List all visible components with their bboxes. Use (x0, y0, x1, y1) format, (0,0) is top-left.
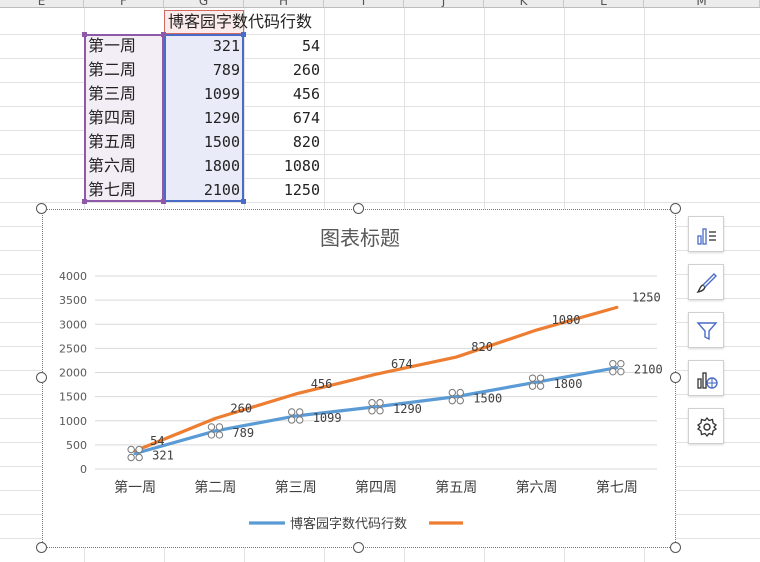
y-tick-label: 3000 (59, 318, 87, 331)
x-tick-label: 第二周 (194, 479, 236, 496)
word-count-cell[interactable]: 789 (164, 58, 240, 82)
x-tick-label: 第五周 (435, 479, 477, 496)
x-tick-label: 第三周 (275, 479, 317, 496)
data-label-series-2: 260 (230, 401, 252, 415)
range-handle[interactable] (82, 199, 87, 204)
resize-handle-bottom-left[interactable] (36, 542, 47, 553)
data-label-series-1: 321 (152, 449, 174, 463)
x-tick-label: 第一周 (114, 479, 156, 496)
week-cell[interactable]: 第二周 (88, 58, 136, 82)
chart-data-icon (697, 372, 718, 389)
data-label-series-1: 1290 (393, 402, 422, 416)
column-header-i[interactable]: I (324, 0, 404, 8)
column-header-e[interactable]: E (0, 0, 84, 8)
week-cell[interactable]: 第七周 (88, 178, 136, 202)
chart-object[interactable]: 图表标题 0 500 1000 1500 2000 2500 3000 3500 4000 第一周 第… (42, 209, 676, 548)
word-count-cell[interactable]: 1099 (164, 82, 240, 106)
line-chart: 图表标题 0 500 1000 1500 2000 2500 3000 3500 4000 第一周 第… (59, 226, 663, 532)
legend-label-series-1[interactable]: 博客园字数代码行数 (290, 516, 407, 532)
code-lines-cell[interactable]: 456 (244, 82, 320, 106)
column-header-k[interactable]: K (484, 0, 564, 8)
code-lines-cell[interactable]: 1080 (244, 154, 320, 178)
y-tick-label: 1000 (59, 415, 87, 428)
week-cell[interactable]: 第三周 (88, 82, 136, 106)
chart-filter-icon (696, 322, 718, 341)
data-label-series-2: 674 (391, 357, 413, 371)
series-line-1 (133, 366, 619, 456)
data-label-series-2: 1250 (632, 290, 661, 304)
x-tick-label: 第四周 (355, 479, 397, 496)
chart-styles-button[interactable] (688, 264, 724, 300)
data-label-series-1: 1500 (473, 392, 502, 406)
resize-handle-bottom[interactable] (353, 542, 364, 553)
week-cell[interactable]: 第一周 (88, 34, 136, 58)
data-label-series-1: 2100 (634, 363, 663, 377)
week-cell[interactable]: 第五周 (88, 130, 136, 154)
resize-handle-left[interactable] (36, 372, 47, 383)
chart-styles-icon (696, 273, 717, 294)
chart-data-button[interactable] (688, 360, 724, 396)
data-label-series-2: 1080 (552, 313, 581, 327)
y-tick-label: 3500 (59, 294, 87, 307)
column-header-h[interactable]: H (244, 0, 324, 8)
x-tick-label: 第七周 (596, 479, 638, 496)
y-tick-label: 4000 (59, 270, 87, 283)
code-lines-cell[interactable]: 1250 (244, 178, 320, 202)
chart-title[interactable]: 图表标题 (320, 226, 400, 250)
column-header-m[interactable]: M (644, 0, 760, 8)
chart-filters-button[interactable] (688, 312, 724, 348)
spreadsheet-grid[interactable]: E F G H I J K L M 博客园字数代码行数 第一周 321 54 第二周 7… (0, 0, 760, 562)
resize-handle-right[interactable] (670, 372, 681, 383)
word-count-cell[interactable]: 2100 (164, 178, 240, 202)
resize-handle-top[interactable] (353, 203, 364, 214)
word-count-cell[interactable]: 1800 (164, 154, 240, 178)
column-header-j[interactable]: J (404, 0, 484, 8)
chart-elements-icon (697, 228, 716, 245)
week-cell[interactable]: 第六周 (88, 154, 136, 178)
data-label-series-1: 1099 (313, 411, 342, 425)
chart-elements-button[interactable] (688, 216, 724, 252)
column-header-g[interactable]: G (164, 0, 244, 8)
resize-handle-bottom-right[interactable] (670, 542, 681, 553)
x-tick-label: 第六周 (516, 479, 558, 496)
y-tick-label: 2000 (59, 367, 87, 380)
range-handle[interactable] (82, 32, 87, 37)
y-tick-label: 2500 (59, 342, 87, 355)
data-label-series-1: 1800 (554, 377, 583, 391)
resize-handle-top-left[interactable] (36, 203, 47, 214)
code-lines-cell[interactable]: 820 (244, 130, 320, 154)
week-cell[interactable]: 第四周 (88, 106, 136, 130)
resize-handle-top-right[interactable] (670, 203, 681, 214)
chart-settings-icon (696, 416, 718, 438)
data-label-series-2: 54 (150, 434, 164, 448)
y-tick-label: 1500 (59, 391, 87, 404)
word-count-cell[interactable]: 321 (164, 34, 240, 58)
word-count-cell[interactable]: 1500 (164, 130, 240, 154)
data-label-series-2: 456 (311, 377, 333, 391)
code-lines-cell[interactable]: 674 (244, 106, 320, 130)
word-count-cell[interactable]: 1290 (164, 106, 240, 130)
code-lines-cell[interactable]: 260 (244, 58, 320, 82)
data-label-series-1: 789 (232, 426, 254, 440)
row-gridline (0, 202, 760, 203)
header-cell[interactable]: 博客园字数代码行数 (168, 10, 312, 34)
code-lines-cell[interactable]: 54 (244, 34, 320, 58)
chart-settings-button[interactable] (688, 408, 724, 444)
y-tick-label: 500 (66, 439, 87, 452)
column-header-l[interactable]: L (564, 0, 644, 8)
data-label-series-2: 820 (471, 340, 493, 354)
y-tick-label: 0 (80, 463, 87, 476)
column-header-f[interactable]: F (84, 0, 164, 8)
